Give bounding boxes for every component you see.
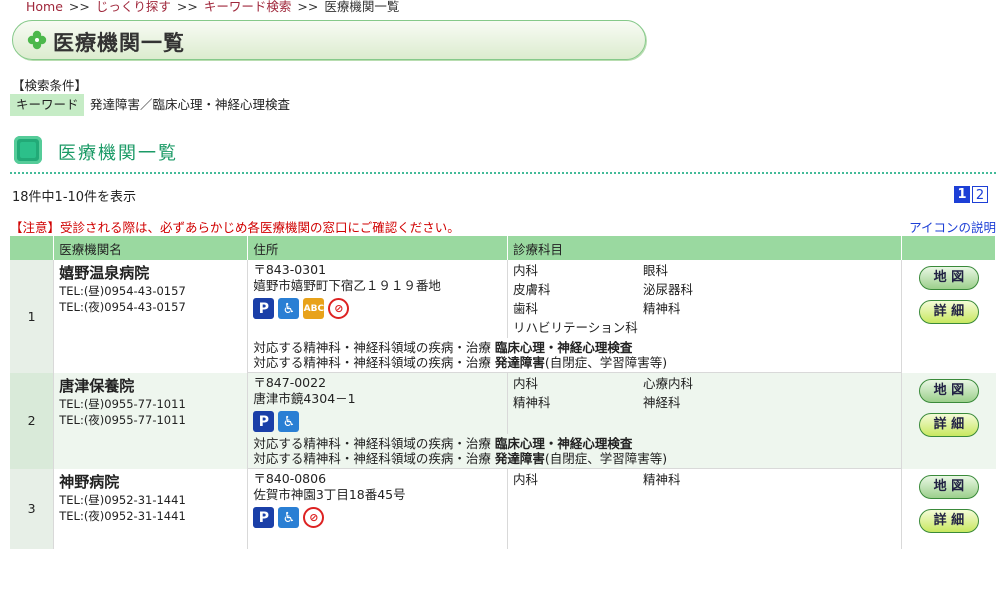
address-cell: 〒847-0022 唐津市鏡4304－1 P ♿ <box>247 372 508 434</box>
no-smoking-icon: ⊘ <box>328 298 350 319</box>
tel-day: TEL:(昼)0955-77-1011 <box>59 396 186 411</box>
breadcrumb-sep: >> <box>68 0 90 14</box>
header-depts: 診療科目 <box>507 236 903 260</box>
dept: 皮膚科 <box>512 282 551 297</box>
disease-2: 発達障害 <box>494 451 545 466</box>
map-button[interactable]: 地 図 <box>918 378 979 403</box>
breadcrumb-home[interactable]: Home <box>26 0 63 14</box>
table-row: 2 唐津保養院 TEL:(昼)0955-77-1011 TEL:(夜)0955-… <box>10 372 996 469</box>
dept: 内科 <box>512 376 538 391</box>
zip-code: 〒840-0806 <box>253 471 327 486</box>
result-count: 18件中1-10件を表示 <box>12 190 137 205</box>
breadcrumb-browse[interactable]: じっくり探す <box>96 0 171 14</box>
table-row: 1 嬉野温泉病院 TEL:(昼)0954-43-0157 TEL:(夜)0954… <box>10 260 996 373</box>
header-num <box>10 236 55 260</box>
tel-day: TEL:(昼)0954-43-0157 <box>59 284 186 298</box>
results-table: 医療機関名 住所 診療科目 1 嬉野温泉病院 TEL:(昼)0954-43-01… <box>10 236 996 549</box>
section-title: 医療機関一覧 <box>58 143 178 164</box>
dept: 精神科 <box>512 395 551 410</box>
address: 佐賀市神園3丁目18番45号 <box>253 487 406 502</box>
keyword-value: 発達障害／臨床心理・神経心理検査 <box>90 97 291 112</box>
tel-night: TEL:(夜)0952-31-1441 <box>59 508 186 523</box>
button-cell: 地 図 詳 細 <box>901 372 996 469</box>
breadcrumb-keyword-search[interactable]: キーワード検索 <box>204 0 292 14</box>
breadcrumb: Home >> じっくり探す >> キーワード検索 >> 医療機関一覧 <box>26 0 399 15</box>
icon-help-link[interactable]: アイコンの説明 <box>909 217 996 236</box>
search-conditions-label: 【検索条件】 <box>12 78 88 93</box>
wheelchair-icon: ♿ <box>278 411 300 432</box>
button-cell: 地 図 詳 細 <box>901 260 996 373</box>
breadcrumb-sep: >> <box>297 0 319 14</box>
zip-code: 〒847-0022 <box>253 375 327 390</box>
disease-info: 対応する精神科・神経科領域の疾病・治療 臨床心理・神経心理検査 対応する精神科・… <box>247 434 902 469</box>
header-buttons <box>901 236 996 260</box>
facility-info: 神野病院 TEL:(昼)0952-31-1441 TEL:(夜)0952-31-… <box>53 468 248 549</box>
parking-icon: P <box>253 411 275 432</box>
depts-cell: 内科 心療内科 精神科 神経科 <box>506 372 902 434</box>
disease-1: 臨床心理・神経心理検査 <box>494 340 633 355</box>
dept: 神経科 <box>642 395 681 410</box>
no-smoking-icon: ⊘ <box>303 507 325 528</box>
dept: 内科 <box>512 263 538 278</box>
page-2-link[interactable]: 2 <box>972 186 988 203</box>
button-cell: 地 図 詳 細 <box>901 468 996 549</box>
disease-1: 臨床心理・神経心理検査 <box>494 436 633 451</box>
address-cell: 〒843-0301 嬉野市嬉野町下宿乙１９１９番地 P ♿ ABC ⊘ <box>247 260 508 338</box>
wheelchair-icon: ♿ <box>278 507 300 528</box>
dept: 内科 <box>512 472 538 487</box>
notice-text: 【注意】受診される際は、必ずあらかじめ各医療機関の窓口にご確認ください。 <box>10 220 460 235</box>
detail-button[interactable]: 詳 細 <box>918 508 979 533</box>
header-address: 住所 <box>247 236 508 260</box>
disease-2: 発達障害 <box>494 355 545 370</box>
divider <box>10 172 996 174</box>
parking-icon: P <box>253 298 275 319</box>
dept: 心療内科 <box>642 376 693 391</box>
pagination: 1 2 <box>954 186 988 203</box>
dept: 眼科 <box>642 263 668 278</box>
address-cell: 〒840-0806 佐賀市神園3丁目18番45号 P ♿ ⊘ <box>247 468 508 549</box>
tel-night: TEL:(夜)0955-77-1011 <box>59 412 186 427</box>
clover-icon <box>27 30 47 50</box>
tel-night: TEL:(夜)0954-43-0157 <box>59 300 186 314</box>
facility-name[interactable]: 嬉野温泉病院 <box>59 262 242 283</box>
parking-icon: P <box>253 507 275 528</box>
dept: 泌尿器科 <box>642 282 693 297</box>
table-row: 3 神野病院 TEL:(昼)0952-31-1441 TEL:(夜)0952-3… <box>10 468 996 549</box>
zip-code: 〒843-0301 <box>253 262 327 277</box>
detail-button[interactable]: 詳 細 <box>918 300 979 324</box>
facility-name[interactable]: 唐津保養院 <box>59 375 242 396</box>
page-title-bar: 医療機関一覧 <box>12 20 646 60</box>
map-button[interactable]: 地 図 <box>918 266 979 290</box>
facility-info: 嬉野温泉病院 TEL:(昼)0954-43-0157 TEL:(夜)0954-4… <box>53 260 248 373</box>
tel-day: TEL:(昼)0952-31-1441 <box>59 492 186 507</box>
wheelchair-icon: ♿ <box>278 298 300 319</box>
depts-cell: 内科 眼科 皮膚科 泌尿器科 歯科 精神科 リハビリテーション科 <box>506 260 902 338</box>
disease-info: 対応する精神科・神経科領域の疾病・治療 臨床心理・神経心理検査 対応する精神科・… <box>247 338 902 373</box>
facility-info: 唐津保養院 TEL:(昼)0955-77-1011 TEL:(夜)0955-77… <box>53 372 248 469</box>
dept: 精神科 <box>642 301 681 316</box>
row-number: 1 <box>10 260 54 373</box>
map-button[interactable]: 地 図 <box>918 474 979 499</box>
facility-name[interactable]: 神野病院 <box>59 471 242 492</box>
breadcrumb-current: 医療機関一覧 <box>324 0 400 14</box>
depts-cell: 内科 精神科 <box>506 468 902 549</box>
language-icon: ABC <box>303 298 325 319</box>
row-number: 2 <box>10 372 54 469</box>
dept: リハビリテーション科 <box>512 320 638 335</box>
dept: 精神科 <box>642 472 681 487</box>
address: 唐津市鏡4304－1 <box>253 391 356 406</box>
row-number: 3 <box>10 468 54 549</box>
keyword-label: キーワード <box>10 94 84 116</box>
page-1: 1 <box>954 186 970 203</box>
header-name: 医療機関名 <box>53 236 249 260</box>
breadcrumb-sep: >> <box>176 0 198 14</box>
square-icon <box>14 136 42 164</box>
dept: 歯科 <box>512 301 538 316</box>
address: 嬉野市嬉野町下宿乙１９１９番地 <box>253 278 441 293</box>
page-title: 医療機関一覧 <box>53 31 185 55</box>
detail-button[interactable]: 詳 細 <box>918 412 979 437</box>
